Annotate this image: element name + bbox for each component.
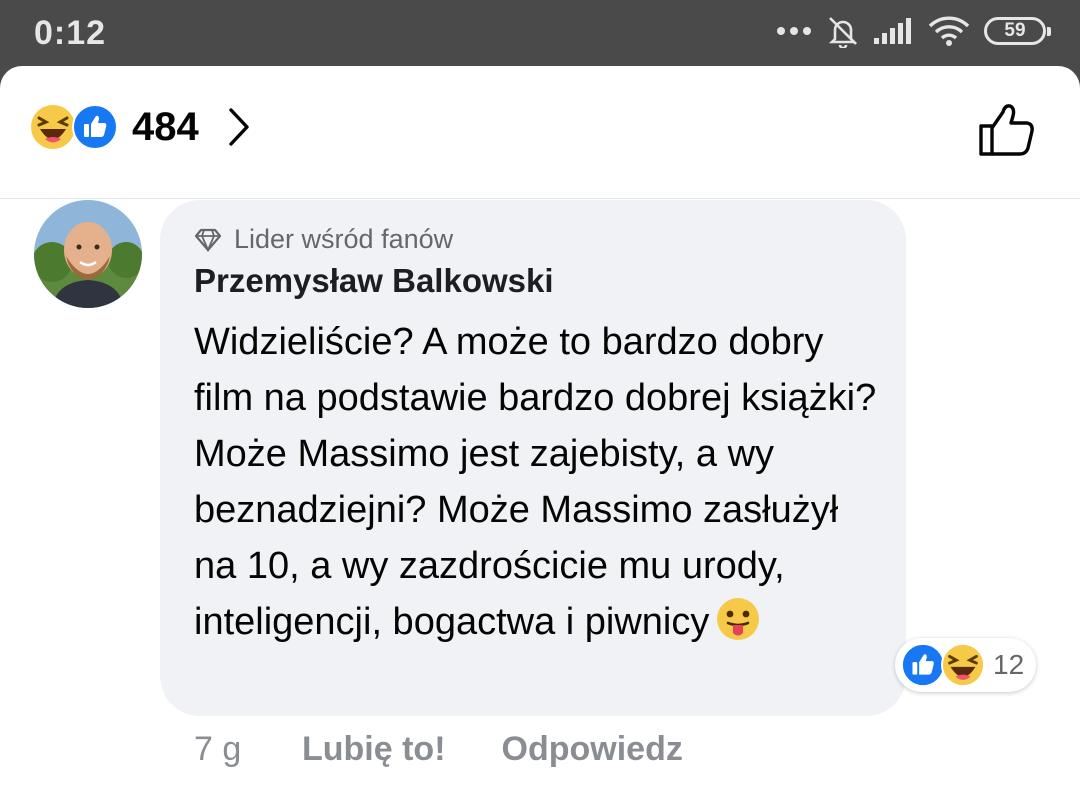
tongue-emoji-icon xyxy=(717,598,760,640)
like-reaction-icon xyxy=(901,643,945,687)
fan-badge: Lider wśród fanów xyxy=(194,224,453,255)
reactions-summary-button[interactable]: 484 xyxy=(30,104,251,150)
laughing-emoji-icon xyxy=(941,643,985,687)
reply-button[interactable]: Odpowiedz xyxy=(502,730,683,769)
comment-reactions-button[interactable]: 12 xyxy=(895,638,1037,692)
wifi-icon xyxy=(928,16,970,46)
diamond-icon xyxy=(194,228,222,252)
bell-muted-icon xyxy=(828,17,858,48)
comment-actions: 7 g Lubię to! Odpowiedz xyxy=(194,730,739,769)
badge-label: Lider wśród fanów xyxy=(234,224,454,254)
signal-icon xyxy=(874,18,911,44)
comment-reaction-count: 12 xyxy=(993,649,1025,680)
chevron-right-icon xyxy=(229,108,249,146)
status-bar: 0:12 59 xyxy=(0,0,1080,68)
reactions-sheet: 484 Lider wśród fanów Przemysław Balkows… xyxy=(0,66,1080,801)
comment-timestamp: 7 g xyxy=(194,730,242,768)
status-time: 0:12 xyxy=(34,14,107,52)
more-dots-icon xyxy=(777,27,811,35)
comment-body: Widzieliście? A może to bardzo dobry fil… xyxy=(194,321,877,643)
avatar-photo xyxy=(34,200,142,308)
comment-bubble: Lider wśród fanów Przemysław Balkowski W… xyxy=(160,200,906,716)
avatar[interactable] xyxy=(34,200,142,308)
reactions-header: 484 xyxy=(0,66,1080,199)
like-comment-button[interactable]: Lubię to! xyxy=(302,730,446,769)
thumbs-up-icon xyxy=(979,104,1034,156)
battery-icon: 59 xyxy=(984,17,1051,45)
laughing-emoji-icon xyxy=(31,105,75,149)
reaction-count: 484 xyxy=(132,104,199,149)
comment-text: Widzieliście? A może to bardzo dobry fil… xyxy=(194,314,884,650)
status-icons: 59 xyxy=(776,14,1051,48)
like-reaction-icon xyxy=(72,104,118,150)
like-button[interactable] xyxy=(978,102,1036,163)
battery-level: 59 xyxy=(1004,20,1026,41)
comment-author[interactable]: Przemysław Balkowski xyxy=(194,262,554,300)
